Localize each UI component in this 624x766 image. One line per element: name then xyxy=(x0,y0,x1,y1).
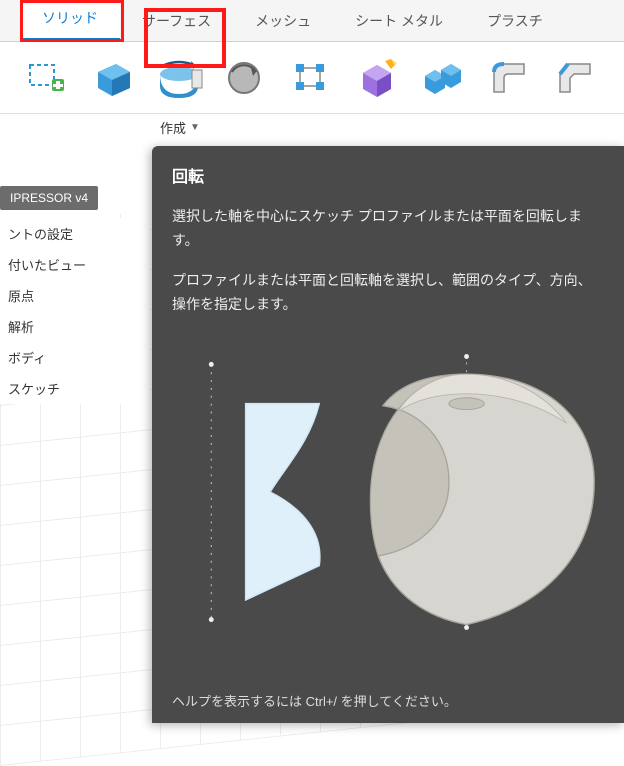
sketch-icon xyxy=(26,59,68,97)
ribbon-tabbar: ソリッド サーフェス メッシュ シート メタル プラスチ xyxy=(0,0,624,42)
tab-sheetmetal[interactable]: シート メタル xyxy=(333,1,465,41)
section-create-label: 作成 xyxy=(160,118,186,137)
chamfer-tool[interactable] xyxy=(546,55,604,101)
revolve-tool[interactable] xyxy=(150,55,208,101)
rectangular-pattern-tool[interactable] xyxy=(282,55,340,101)
combine-icon xyxy=(421,58,465,98)
tree-item-document-settings[interactable]: ントの設定 xyxy=(0,218,150,249)
tooltip-paragraph-1: 選択した軸を中心にスケッチ プロファイルまたは平面を回転します。 xyxy=(172,205,604,253)
chevron-down-icon: ▼ xyxy=(190,122,200,133)
tooltip-panel: 回転 選択した軸を中心にスケッチ プロファイルまたは平面を回転します。 プロファ… xyxy=(152,146,624,723)
tab-surface[interactable]: サーフェス xyxy=(120,1,233,41)
tooltip-help-hint: ヘルプを表示するには Ctrl+/ を押してください。 xyxy=(172,691,457,713)
fillet-tool[interactable] xyxy=(480,55,538,101)
chamfer-icon xyxy=(554,58,596,98)
sweep-tool[interactable] xyxy=(216,55,274,101)
tooltip-paragraph-2: プロファイルまたは平面と回転軸を選択し、範囲のタイプ、方向、操作を指定します。 xyxy=(172,269,604,317)
document-tab[interactable]: IPRESSOR v4 xyxy=(0,186,98,210)
ribbon-section-label[interactable]: 作成 ▼ xyxy=(160,114,624,145)
sketch-tool[interactable] xyxy=(18,55,76,101)
fillet-icon xyxy=(488,58,530,98)
pattern-icon xyxy=(290,58,332,98)
revolve-icon xyxy=(152,56,206,100)
tree-item-analysis[interactable]: 解析 xyxy=(0,311,150,342)
browser-panel: IPRESSOR v4 ントの設定 付いたビュー 原点 解析 ボディ スケッチ xyxy=(0,186,150,404)
tab-plastic[interactable]: プラスチ xyxy=(465,1,565,41)
extrude-icon xyxy=(92,58,134,98)
sweep-icon xyxy=(224,58,266,98)
tree-item-bodies[interactable]: ボディ xyxy=(0,342,150,373)
combine-tool[interactable] xyxy=(414,55,472,101)
extrude-tool[interactable] xyxy=(84,55,142,101)
tooltip-illustration xyxy=(172,332,604,652)
tab-solid[interactable]: ソリッド xyxy=(20,0,120,41)
ribbon-toolbar xyxy=(0,42,624,114)
tree-item-named-views[interactable]: 付いたビュー xyxy=(0,249,150,280)
box-primitive-tool[interactable] xyxy=(348,55,406,101)
tab-mesh[interactable]: メッシュ xyxy=(233,1,333,41)
box-primitive-icon xyxy=(355,57,399,99)
tooltip-title: 回転 xyxy=(172,164,604,191)
tree-item-sketches[interactable]: スケッチ xyxy=(0,373,150,404)
tree-item-origin[interactable]: 原点 xyxy=(0,280,150,311)
